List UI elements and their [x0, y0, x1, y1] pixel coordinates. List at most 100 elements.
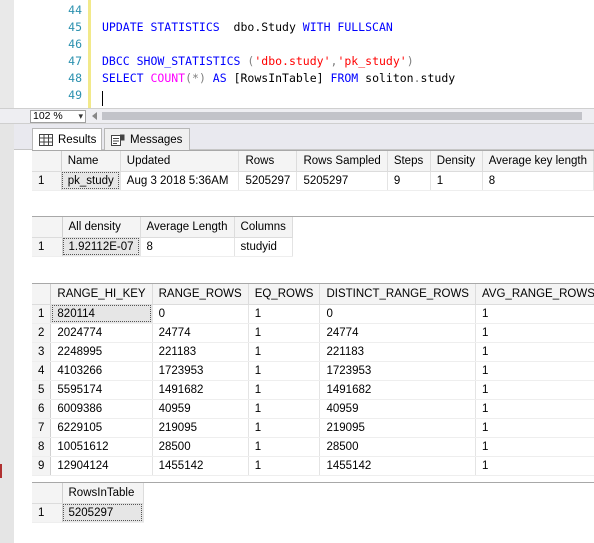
table-cell[interactable]: 5205297 — [238, 171, 298, 191]
table-row[interactable]: 1 1.92112E-07 8 studyid — [32, 237, 293, 257]
table-cell[interactable]: 1455142 — [152, 456, 249, 476]
horizontal-scrollbar-thumb[interactable] — [102, 112, 582, 120]
table-cell[interactable]: 28500 — [152, 437, 249, 457]
row-number[interactable]: 7 — [32, 418, 52, 438]
table-cell[interactable]: 12904124 — [50, 456, 153, 476]
table-cell[interactable]: 40959 — [152, 399, 249, 419]
table-cell[interactable]: 4103266 — [50, 361, 153, 381]
table-cell[interactable]: 0 — [152, 304, 249, 324]
table-cell[interactable]: 5205297 — [62, 503, 144, 523]
row-number[interactable]: 8 — [32, 437, 52, 457]
row-number[interactable]: 2 — [32, 323, 52, 343]
query-editor[interactable]: 44 45 UPDATE STATISTICS dbo.Study WITH FUL… — [0, 0, 594, 108]
histogram-grid[interactable]: RANGE_HI_KEY RANGE_ROWS EQ_ROWS DISTINCT… — [32, 284, 594, 476]
row-number[interactable]: 6 — [32, 399, 52, 419]
row-number[interactable]: 1 — [32, 304, 52, 324]
table-row[interactable]: 7 6229105 219095 1 219095 1 — [32, 418, 594, 438]
table-cell[interactable]: 1 — [475, 456, 594, 476]
table-cell[interactable]: Aug 3 2018 5:36AM — [120, 171, 240, 191]
table-cell[interactable]: 24774 — [152, 323, 249, 343]
table-cell[interactable]: 9 — [387, 171, 431, 191]
stats-header-grid[interactable]: Name Updated Rows Rows Sampled Steps Den… — [32, 151, 594, 191]
column-header[interactable]: RANGE_HI_KEY — [50, 284, 153, 305]
table-cell[interactable]: 1 — [248, 380, 321, 400]
table-cell[interactable]: 6229105 — [50, 418, 153, 438]
table-cell[interactable]: 221183 — [319, 342, 476, 362]
column-header[interactable]: Rows — [238, 151, 298, 172]
column-header[interactable]: RowsInTable — [62, 483, 144, 504]
column-header[interactable]: Average Length — [140, 217, 235, 238]
table-row[interactable]: 1 820114 0 1 0 1 — [32, 304, 594, 324]
table-cell[interactable]: 1 — [248, 437, 321, 457]
row-number[interactable]: 4 — [32, 361, 52, 381]
table-cell[interactable]: 219095 — [319, 418, 476, 438]
table-cell[interactable]: 1 — [475, 304, 594, 324]
row-number[interactable]: 1 — [32, 237, 63, 257]
tab-messages[interactable]: Messages — [104, 128, 190, 150]
column-header[interactable]: AVG_RANGE_ROWS — [475, 284, 594, 305]
table-row[interactable]: 3 2248995 221183 1 221183 1 — [32, 342, 594, 362]
column-header[interactable]: Rows Sampled — [296, 151, 388, 172]
table-cell[interactable]: 1 — [475, 342, 594, 362]
table-cell[interactable]: 1 — [248, 323, 321, 343]
table-row[interactable]: 6 6009386 40959 1 40959 1 — [32, 399, 594, 419]
row-number[interactable]: 3 — [32, 342, 52, 362]
row-number[interactable]: 1 — [32, 171, 62, 191]
density-grid[interactable]: All density Average Length Columns 1 1.9… — [32, 217, 293, 257]
table-cell[interactable]: 820114 — [50, 304, 153, 324]
table-cell[interactable]: 1723953 — [319, 361, 476, 381]
table-cell[interactable]: 1723953 — [152, 361, 249, 381]
table-cell[interactable]: 1 — [248, 361, 321, 381]
table-cell[interactable]: 40959 — [319, 399, 476, 419]
column-header[interactable]: RANGE_ROWS — [152, 284, 249, 305]
column-header[interactable]: Steps — [387, 151, 431, 172]
table-cell[interactable]: 8 — [140, 237, 235, 257]
row-number[interactable]: 1 — [32, 503, 63, 523]
table-cell[interactable]: 8 — [482, 171, 594, 191]
table-cell[interactable]: 6009386 — [50, 399, 153, 419]
column-header[interactable]: All density — [62, 217, 141, 238]
table-cell[interactable]: 10051612 — [50, 437, 153, 457]
table-cell[interactable]: 1455142 — [319, 456, 476, 476]
table-cell[interactable]: 1 — [248, 456, 321, 476]
table-cell[interactable]: 1 — [248, 342, 321, 362]
table-row[interactable]: 1 pk_study Aug 3 2018 5:36AM 5205297 520… — [32, 171, 594, 191]
table-cell[interactable]: 2248995 — [50, 342, 153, 362]
column-header[interactable]: Name — [61, 151, 121, 172]
table-cell[interactable]: 1 — [475, 323, 594, 343]
table-cell[interactable]: 1.92112E-07 — [62, 237, 141, 257]
table-cell[interactable]: 221183 — [152, 342, 249, 362]
table-row[interactable]: 5 5595174 1491682 1 1491682 1 — [32, 380, 594, 400]
table-row[interactable]: 8 10051612 28500 1 28500 1 — [32, 437, 594, 457]
table-cell[interactable]: 1 — [248, 399, 321, 419]
table-cell[interactable]: 1 — [475, 380, 594, 400]
table-row[interactable]: 1 5205297 — [32, 503, 144, 523]
column-header[interactable]: Updated — [120, 151, 240, 172]
table-cell[interactable]: 1491682 — [319, 380, 476, 400]
table-cell[interactable]: 28500 — [319, 437, 476, 457]
code-text[interactable]: SELECT COUNT(*) AS [RowsInTable] FROM so… — [102, 70, 455, 87]
chevron-down-icon[interactable]: ▾ — [78, 111, 83, 122]
table-cell[interactable]: 1 — [475, 418, 594, 438]
table-cell[interactable]: 1 — [475, 437, 594, 457]
column-header[interactable]: Density — [430, 151, 483, 172]
column-header[interactable]: Average key length — [482, 151, 594, 172]
table-cell[interactable]: 1 — [430, 171, 483, 191]
code-text[interactable]: UPDATE STATISTICS dbo.Study WITH FULLSCA… — [102, 19, 393, 36]
table-cell[interactable]: 219095 — [152, 418, 249, 438]
table-row[interactable]: 9 12904124 1455142 1 1455142 1 — [32, 456, 594, 476]
column-header[interactable]: EQ_ROWS — [248, 284, 321, 305]
zoom-combo[interactable]: 102 % ▾ — [30, 110, 86, 123]
table-cell[interactable]: 24774 — [319, 323, 476, 343]
row-number[interactable]: 9 — [32, 456, 52, 476]
table-cell[interactable]: 1 — [248, 304, 321, 324]
table-cell[interactable]: studyid — [234, 237, 293, 257]
table-row[interactable]: 2 2024774 24774 1 24774 1 — [32, 323, 594, 343]
table-cell[interactable]: 5205297 — [296, 171, 388, 191]
table-cell[interactable]: 1 — [475, 361, 594, 381]
column-header[interactable]: DISTINCT_RANGE_ROWS — [319, 284, 476, 305]
count-grid[interactable]: RowsInTable 1 5205297 — [32, 483, 144, 523]
table-row[interactable]: 4 4103266 1723953 1 1723953 1 — [32, 361, 594, 381]
code-text[interactable]: DBCC SHOW_STATISTICS ('dbo.study','pk_st… — [102, 53, 414, 70]
tab-results[interactable]: Results — [32, 128, 102, 151]
